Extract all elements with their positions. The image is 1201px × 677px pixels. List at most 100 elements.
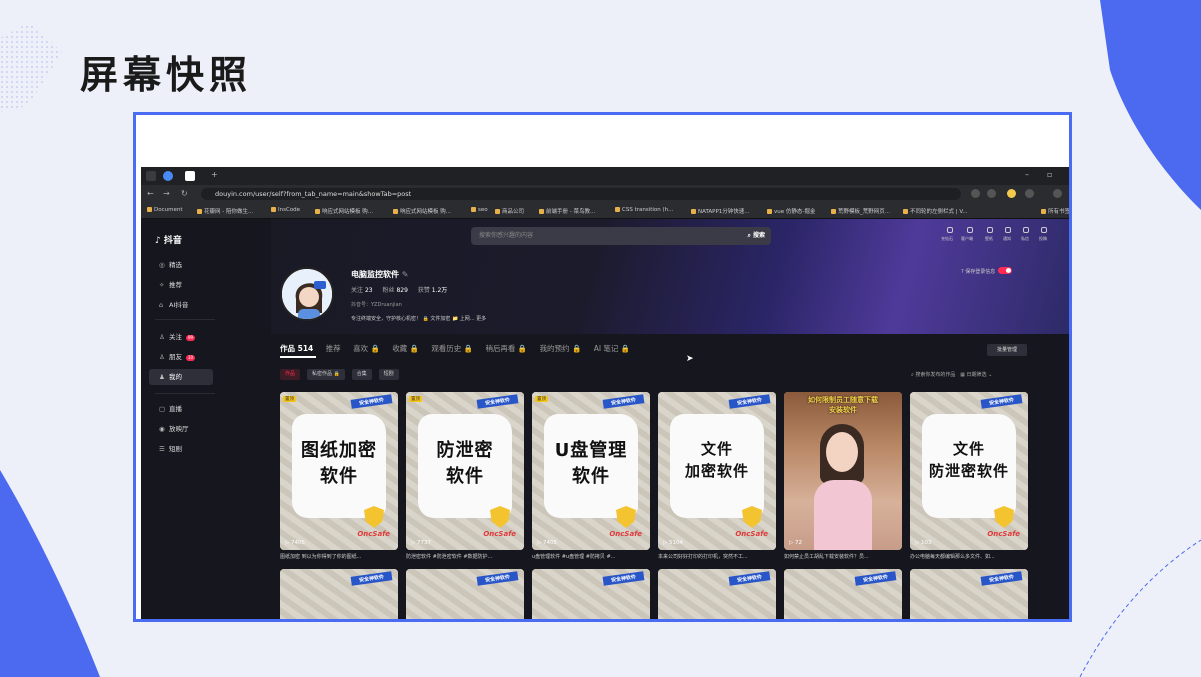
download-icon[interactable] [967,227,973,233]
message-icon[interactable] [1023,227,1029,233]
bookmark-folder[interactable]: 所有书签 [1041,207,1069,215]
tab-history[interactable]: 观看历史 🔒 [431,344,473,353]
bookmark[interactable]: 响应式网站模板 购... [315,207,373,215]
play-count: ▷ 7737 [411,540,431,546]
tab-watch-later[interactable]: 稍后再看 🔒 [485,344,527,353]
sidebar-item-ai[interactable]: ⌂ AI抖音 [149,297,213,313]
video-caption[interactable]: 本来公司好好打印的打印机，突然不工... [658,553,776,560]
bookmark[interactable]: Document [147,207,183,213]
maximize-icon[interactable]: ▫ [1047,170,1052,179]
sidebar-item-friends[interactable]: ♙ 朋友 10 [149,349,213,365]
tab-favicon-icon[interactable] [163,171,173,181]
active-tab-indicator [280,356,316,358]
search-button[interactable]: ⌕ 搜索 [748,227,765,245]
profile-icon[interactable] [1053,189,1062,198]
extension-icon[interactable] [1007,189,1016,198]
play-count: ▷ 72 [789,540,802,546]
tab-works[interactable]: 作品 514 [280,344,313,353]
count-badge: 10 [186,355,196,361]
bookmarks-bar: Document 花瓣网 - 陪你做生... InsCode 响应式网站模板 购… [141,203,1069,219]
video-card[interactable]: 安全神软件 [280,569,398,619]
reload-icon[interactable]: ↻ [181,189,188,198]
search-input[interactable]: 搜索你感兴趣的内容 ⌕ 搜索 [471,227,771,245]
tab-ai-notes[interactable]: AI 笔记 🔒 [594,344,630,353]
sidebar-item-live[interactable]: ▢ 直播 [149,401,213,417]
sidebar-item-cinema[interactable]: ◉ 放映厅 [149,421,213,437]
video-caption[interactable]: u盘管理软件 #u盘管理 #防拷贝 #... [532,553,650,560]
video-caption[interactable]: 图纸加密 到以为你得到了你的图纸... [280,553,398,560]
video-card[interactable]: 安全神软件 [658,569,776,619]
sparkle-icon: ✧ [159,281,165,289]
toggle-switch[interactable] [998,267,1013,274]
brand-logo: OncSafe [735,530,768,538]
video-card[interactable]: 安全神软件 文件 防泄密软件 OncSafe ▷ 103 [910,392,1028,550]
tab-favorites[interactable]: 收藏 🔒 [392,344,419,353]
bookmark[interactable]: NATAPP1分钟快速... [691,207,750,215]
back-icon[interactable]: ← [147,189,154,198]
play-count: ▷ 7405 [537,540,557,546]
video-card[interactable]: 安全神软件 [784,569,902,619]
video-card[interactable]: 置顶 安全神软件 防泄密 软件 OncSafe ▷ 7737 [406,392,524,550]
bookmark[interactable]: 不同轮的左侧栏式 | V... [903,207,968,215]
bell-icon[interactable] [1005,227,1011,233]
thumbnail-title: U盘管理 软件 [554,440,628,487]
profile-tabs: 作品 514 推荐 喜欢 🔒 收藏 🔒 观看历史 🔒 稍后再看 🔒 我的预约 🔒… [280,343,640,354]
tv-icon: ▢ [159,405,166,413]
minimize-icon[interactable]: – [1025,170,1029,179]
chip-shorts[interactable]: 短剧 [378,369,399,380]
video-card[interactable]: 如何限制员工随意下载 安装软件 ▷ 72 [784,392,902,550]
sidebar-item-recommend[interactable]: ✧ 推荐 [149,277,213,293]
bookmark[interactable]: seo [471,207,488,213]
video-card[interactable]: 置顶 安全神软件 图纸加密 软件 OncSafe ▷ 7405 [280,392,398,550]
upload-icon[interactable] [1041,227,1047,233]
bookmark[interactable]: 响应式网站模板 购... [393,207,451,215]
bookmark[interactable]: 商品公司 [495,207,524,215]
forward-icon[interactable]: → [163,189,170,198]
video-card[interactable]: 安全神软件 [406,569,524,619]
tab-reservations[interactable]: 我的预约 🔒 [540,344,582,353]
bookmark[interactable]: 前端手册 - 菜鸟教... [539,207,595,215]
bookmark[interactable]: 花瓣网 - 陪你做生... [197,207,253,215]
play-count: ▷ 7405 [285,540,305,546]
video-caption[interactable]: 防泄密软件 #防泄密软件 #数据防护... [406,553,524,560]
edit-icon[interactable]: ✎ [402,270,409,279]
divider [155,319,215,320]
wallpaper-icon[interactable] [987,227,993,233]
puzzle-icon[interactable] [1025,189,1034,198]
video-card[interactable]: 置顶 安全神软件 U盘管理 软件 OncSafe ▷ 7405 [532,392,650,550]
star-icon[interactable] [987,189,996,198]
friends-icon: ♙ [159,353,165,361]
sidebar-item-mine[interactable]: ♟ 我的 [149,369,213,385]
count-badge: 99 [186,335,196,341]
sidebar-item-shorts[interactable]: ☰ 短剧 [149,441,213,457]
tab-likes[interactable]: 喜欢 🔒 [353,344,380,353]
works-search[interactable]: ⌕ 搜索你发布的作品 ▦ 日期筛选 ⌄ [911,371,992,378]
save-login-toggle[interactable]: ? 保存登录信息 [961,267,1013,275]
chip-collections[interactable]: 合集 [351,369,372,380]
video-card[interactable]: 安全神软件 [532,569,650,619]
tab-active[interactable] [185,171,195,181]
brand-logo: OncSafe [987,530,1020,538]
chip-private[interactable]: 私密作品 🔒 [306,369,345,380]
bookmark[interactable]: InsCode [271,207,300,213]
sidebar-item-following[interactable]: ♙ 关注 99 [149,329,213,345]
thumbnail-title: 图纸加密 软件 [301,440,377,487]
douyin-logo[interactable]: ♪ 抖音 [155,233,182,246]
video-card[interactable]: 安全神软件 [910,569,1028,619]
batch-manage-button[interactable]: 批量管理 [987,344,1027,356]
bookmark[interactable]: 荒野模板_荒野网页... [831,207,890,215]
sidebar-item-featured[interactable]: ◎ 精选 [149,257,213,273]
chip-works[interactable]: 作品 [280,369,301,380]
video-caption[interactable]: 如何禁止员工胡乱下载安装软件？员... [784,553,902,560]
video-card[interactable]: 安全神软件 文件 加密软件 OncSafe ▷ 5104 [658,392,776,550]
new-tab-icon[interactable]: + [211,170,218,179]
bookmark[interactable]: vue 仿静态-掘金 [767,207,815,215]
url-field[interactable]: douyin.com/user/self?from_tab_name=main&… [201,188,961,200]
tab-menu-button[interactable] [146,171,156,181]
video-caption[interactable]: 办公电脑每天都编辑那么多文件、如... [910,553,1028,560]
cast-icon[interactable] [971,189,980,198]
tab-recommend[interactable]: 推荐 [326,344,341,353]
profile-avatar[interactable] [280,267,334,321]
bookmark[interactable]: CSS transition (h... [615,207,673,213]
diamond-icon[interactable] [947,227,953,233]
